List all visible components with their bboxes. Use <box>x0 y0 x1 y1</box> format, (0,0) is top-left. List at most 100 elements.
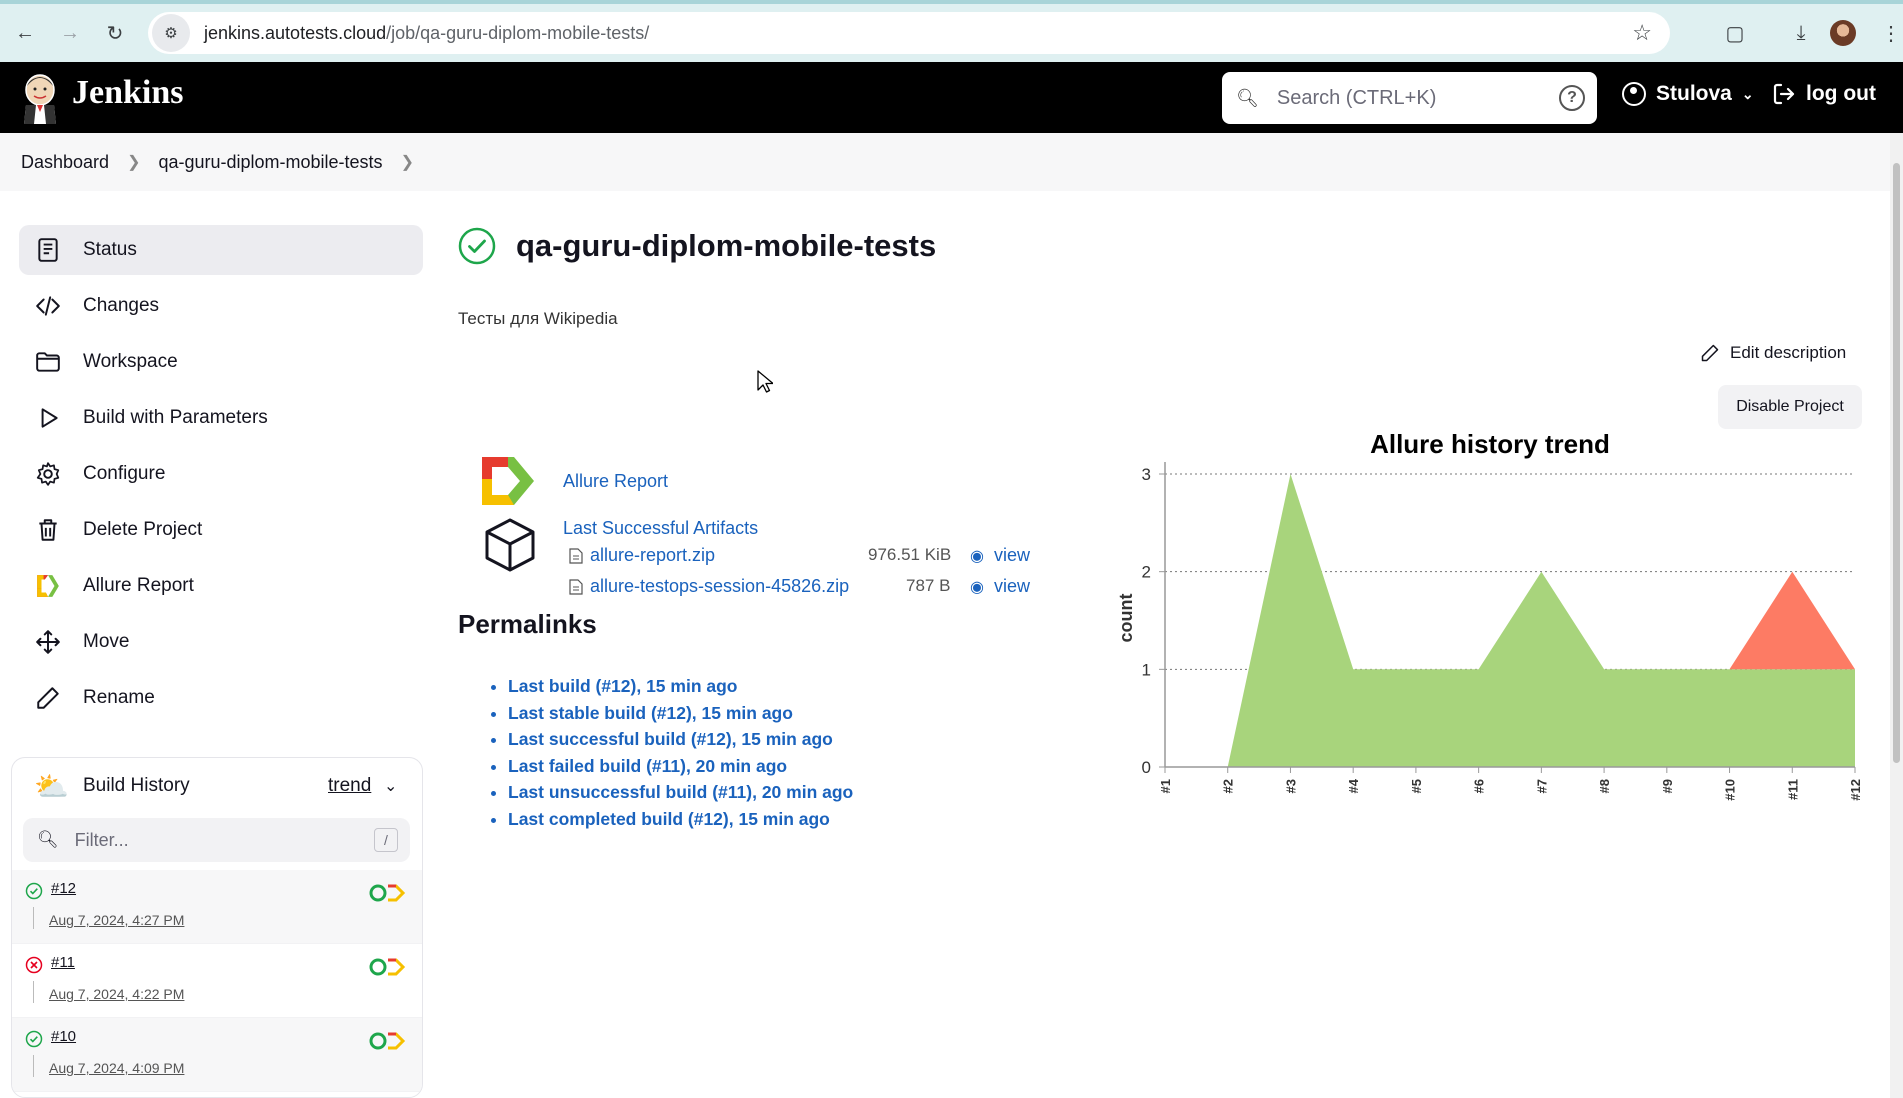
sidebar-item-status[interactable]: Status <box>19 225 423 275</box>
reload-icon[interactable]: ↻ <box>100 18 130 48</box>
artifact-view-link[interactable]: view <box>994 545 1030 566</box>
build-number[interactable]: #12 <box>51 880 76 897</box>
pencil-icon <box>1701 344 1719 362</box>
help-icon[interactable]: ? <box>1559 85 1585 111</box>
build-number[interactable]: #11 <box>51 954 75 971</box>
logout-icon <box>1773 83 1795 105</box>
sidebar-item-move[interactable]: Move <box>19 617 423 667</box>
success-status-icon <box>25 1030 43 1048</box>
chart-x-tick-label: #2 <box>1221 779 1236 793</box>
artifacts-link[interactable]: Last Successful Artifacts <box>563 518 758 539</box>
permalink-last-unsuccessful[interactable]: Last unsuccessful build (#11), 20 min ag… <box>508 782 853 809</box>
chart-x-tick-label: #10 <box>1723 779 1738 801</box>
code-icon <box>33 291 63 321</box>
address-bar[interactable]: ⚙ jenkins.autotests.cloud/job/qa-guru-di… <box>148 12 1670 54</box>
search-icon: 🔍︎ <box>1236 87 1259 108</box>
jenkins-logo-icon[interactable] <box>20 72 60 124</box>
build-date[interactable]: Aug 7, 2024, 4:09 PM <box>49 1060 184 1076</box>
sidebar-item-build-with-parameters[interactable]: Build with Parameters <box>19 393 423 443</box>
user-icon <box>1622 82 1646 106</box>
site-info-icon[interactable]: ⚙ <box>152 14 190 52</box>
permalink-last-successful[interactable]: Last successful build (#12), 15 min ago <box>508 729 853 756</box>
chart-x-tick-label: #4 <box>1346 778 1361 793</box>
sidebar-item-rename[interactable]: Rename <box>19 673 423 723</box>
timeline-line <box>33 1055 34 1077</box>
extensions-icon[interactable]: ▢ <box>1720 18 1750 48</box>
success-status-icon <box>458 227 496 265</box>
artifact-view-link[interactable]: view <box>994 576 1030 597</box>
build-history-header: ⛅ Build History trend ⌄ <box>12 758 422 814</box>
artifact-size: 976.51 KiB <box>868 545 952 564</box>
sidebar-item-label: Move <box>83 631 130 652</box>
user-menu[interactable]: Stulova ⌄ <box>1622 82 1754 106</box>
page-title: qa-guru-diplom-mobile-tests <box>458 227 936 265</box>
permalink-last-build[interactable]: Last build (#12), 15 min ago <box>508 676 853 703</box>
build-row[interactable]: #11 Aug 7, 2024, 4:22 PM <box>12 944 422 1018</box>
search-placeholder: Search (CTRL+K) <box>1276 86 1437 109</box>
menu-kebab-icon[interactable]: ⋮ <box>1876 18 1903 48</box>
sidebar-item-label: Build with Parameters <box>83 407 268 428</box>
build-row[interactable]: #10 Aug 7, 2024, 4:09 PM <box>12 1018 422 1092</box>
allure-history-trend-chart[interactable]: Allure history trend count 0 1 2 3 #1 #2 #3 #4 #… <box>1110 422 1870 812</box>
build-history-title: Build History <box>83 775 190 796</box>
allure-testops-icon[interactable] <box>368 957 406 977</box>
allure-testops-icon[interactable] <box>368 883 406 903</box>
build-date[interactable]: Aug 7, 2024, 4:27 PM <box>49 912 184 928</box>
forward-icon[interactable]: → <box>55 18 85 48</box>
breadcrumb-job[interactable]: qa-guru-diplom-mobile-tests <box>158 152 382 173</box>
permalink-last-completed[interactable]: Last completed build (#12), 15 min ago <box>508 809 853 836</box>
timeline-line <box>33 907 34 929</box>
breadcrumb-dashboard[interactable]: Dashboard <box>21 152 109 173</box>
chart-x-tick-label: #1 <box>1158 779 1173 793</box>
download-icon[interactable]: ⤓ <box>1786 18 1816 48</box>
filter-placeholder: Filter... <box>74 829 129 850</box>
artifact-name[interactable]: allure-report.zip <box>590 545 715 566</box>
scrollbar-thumb[interactable] <box>1893 163 1900 763</box>
edit-description-button[interactable]: Edit description <box>1700 343 1846 363</box>
search-box[interactable]: 🔍︎ Search (CTRL+K) ? <box>1222 72 1597 124</box>
build-history-panel: ⛅ Build History trend ⌄ 🔍︎ Filter... / #… <box>11 757 423 1098</box>
build-number[interactable]: #10 <box>51 1028 76 1045</box>
job-description: Тесты для Wikipedia <box>458 309 618 328</box>
sidebar-item-configure[interactable]: Configure <box>19 449 423 499</box>
fingerprint-icon[interactable]: ◉ <box>970 577 984 597</box>
chart-title: Allure history trend <box>1370 429 1610 459</box>
permalinks-heading: Permalinks <box>458 609 597 639</box>
sidebar-item-label: Delete Project <box>83 519 203 540</box>
sidebar-item-workspace[interactable]: Workspace <box>19 337 423 387</box>
allure-report-link[interactable]: Allure Report <box>480 455 668 507</box>
artifact-name[interactable]: allure-testops-session-45826.zip <box>590 576 849 597</box>
allure-icon <box>33 571 63 601</box>
logout-link[interactable]: log out <box>1772 82 1876 106</box>
bookmark-star-icon[interactable]: ☆ <box>1632 20 1652 46</box>
permalink-last-stable[interactable]: Last stable build (#12), 15 min ago <box>508 703 853 730</box>
sidebar-item-delete-project[interactable]: Delete Project <box>19 505 423 555</box>
build-date[interactable]: Aug 7, 2024, 4:22 PM <box>49 986 184 1002</box>
chevron-right-icon[interactable]: ❯ <box>401 152 414 172</box>
back-icon[interactable]: ← <box>10 18 40 48</box>
success-status-icon <box>25 882 43 900</box>
pencil-icon <box>33 683 63 713</box>
allure-testops-icon[interactable] <box>368 1031 406 1051</box>
profile-avatar[interactable] <box>1830 20 1856 46</box>
timeline-line <box>33 981 34 1003</box>
play-icon <box>33 403 63 433</box>
job-title-text: qa-guru-diplom-mobile-tests <box>516 228 937 263</box>
fingerprint-icon[interactable]: ◉ <box>970 546 984 566</box>
allure-logo-icon <box>482 457 534 505</box>
build-row[interactable]: #12 Aug 7, 2024, 4:27 PM <box>12 870 422 944</box>
build-filter-input[interactable]: 🔍︎ Filter... / <box>23 818 410 862</box>
app-title[interactable]: Jenkins <box>72 74 184 112</box>
artifact-row: allure-testops-session-45826.zip 787 B ◉… <box>569 576 1030 600</box>
chart-x-tick-label: #6 <box>1472 779 1487 793</box>
chevron-down-icon[interactable]: ⌄ <box>384 776 397 796</box>
url-text[interactable]: jenkins.autotests.cloud/job/qa-guru-dipl… <box>204 23 649 44</box>
trend-link[interactable]: trend <box>328 775 371 797</box>
sidebar-item-allure-report[interactable]: Allure Report <box>19 561 423 611</box>
permalinks-list: Last build (#12), 15 min ago Last stable… <box>488 676 853 835</box>
permalink-last-failed[interactable]: Last failed build (#11), 20 min ago <box>508 756 853 783</box>
sidebar-item-label: Status <box>83 239 137 260</box>
sidebar-item-changes[interactable]: Changes <box>19 281 423 331</box>
allure-report-label[interactable]: Allure Report <box>563 471 668 492</box>
page-scrollbar[interactable] <box>1890 133 1903 1098</box>
